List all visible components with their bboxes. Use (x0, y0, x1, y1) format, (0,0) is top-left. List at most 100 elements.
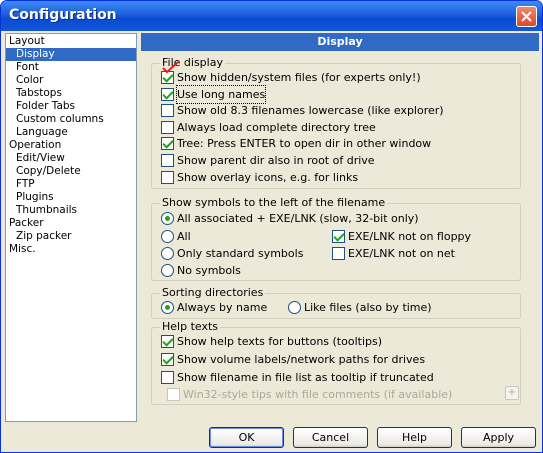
option-label: Show volume labels/network paths for dri… (177, 353, 426, 366)
all-radio[interactable]: All (161, 228, 191, 245)
checkbox-box[interactable] (161, 335, 174, 348)
option-label: EXE/LNK not on net (348, 247, 455, 260)
ok-button[interactable]: OK (209, 427, 284, 448)
tree-item-edit-view[interactable]: Edit/View (6, 152, 136, 165)
tree-item-plugins[interactable]: Plugins (6, 191, 136, 204)
tree-item-color[interactable]: Color (6, 74, 136, 87)
tree-item-operation[interactable]: Operation (6, 139, 136, 152)
old-83-lowercase-checkbox[interactable]: Show old 8.3 filenames lowercase (like e… (161, 102, 444, 119)
tree-item-label: Color (16, 74, 44, 86)
cancel-button[interactable]: Cancel (293, 427, 368, 448)
checkbox-box[interactable] (161, 154, 174, 167)
checkbox-box[interactable] (161, 171, 174, 184)
option-label: All (177, 230, 191, 243)
radio-circle[interactable] (161, 212, 174, 225)
overlay-icons-checkbox[interactable]: Show overlay icons, e.g. for links (161, 169, 358, 186)
tree-item-tabstops[interactable]: Tabstops (6, 87, 136, 100)
radio-circle[interactable] (161, 301, 174, 314)
option-label: Show old 8.3 filenames lowercase (like e… (177, 104, 444, 117)
option-label: Show parent dir also in root of drive (177, 154, 375, 167)
win32-tips-checkbox: Win32-style tips with file comments (if … (167, 386, 452, 403)
load-complete-tree-checkbox[interactable]: Always load complete directory tree (161, 119, 376, 136)
option-label: Show hidden/system files (for experts on… (177, 71, 421, 84)
settings-tree: Layout Display Font Color Tabstops Folde… (5, 33, 137, 422)
tree-item-label: Tabstops (16, 87, 62, 99)
checkbox-box[interactable] (161, 371, 174, 384)
option-label: EXE/LNK not on floppy (348, 230, 472, 243)
option-label: No symbols (177, 264, 241, 277)
window-title: Configuration (9, 7, 117, 23)
parent-dir-root-checkbox[interactable]: Show parent dir also in root of drive (161, 152, 375, 169)
title-bar[interactable]: Configuration (1, 1, 542, 31)
option-label: Show filename in file list as tooltip if… (177, 371, 434, 384)
plus-button: + (505, 386, 519, 400)
tree-item-font[interactable]: Font (6, 61, 136, 74)
option-label: Always by name (177, 301, 268, 314)
tree-item-language[interactable]: Language (6, 126, 136, 139)
tree-item-label: Operation (9, 139, 62, 151)
volume-labels-checkbox[interactable]: Show volume labels/network paths for dri… (161, 351, 425, 368)
tree-enter-checkbox[interactable]: Tree: Press ENTER to open dir in other w… (161, 135, 431, 152)
checkbox-box[interactable] (161, 104, 174, 117)
tree-item-label: Copy/Delete (16, 165, 81, 177)
exe-lnk-floppy-checkbox[interactable]: EXE/LNK not on floppy (332, 228, 471, 245)
always-by-name-radio[interactable]: Always by name (161, 299, 267, 316)
option-label: Show help texts for buttons (tooltips) (177, 335, 383, 348)
close-button[interactable] (516, 6, 537, 27)
show-hidden-files-checkbox[interactable]: Show hidden/system files (for experts on… (161, 69, 421, 86)
tree-item-label: Display (6, 48, 136, 61)
tree-item-custom-columns[interactable]: Custom columns (6, 113, 136, 126)
checkbox-box[interactable] (161, 353, 174, 366)
checkbox-box[interactable] (161, 121, 174, 134)
tree-item-label: Layout (9, 35, 45, 47)
tree-item-label: Misc. (9, 243, 36, 255)
tree-item-label: Language (16, 126, 68, 138)
tree-item-label: Edit/View (16, 152, 65, 164)
option-label: All associated + EXE/LNK (slow, 32-bit o… (177, 212, 419, 225)
tree-item-misc[interactable]: Misc. (6, 243, 136, 256)
radio-circle[interactable] (161, 264, 174, 277)
checkbox-box (167, 388, 180, 401)
filename-tooltip-checkbox[interactable]: Show filename in file list as tooltip if… (161, 369, 434, 386)
apply-button[interactable]: Apply (461, 427, 536, 448)
checkbox-box[interactable] (161, 88, 174, 101)
tree-item-label: Folder Tabs (16, 100, 76, 112)
option-label: Like files (also by time) (304, 301, 432, 314)
radio-circle[interactable] (161, 247, 174, 260)
checkbox-box[interactable] (332, 230, 345, 243)
use-long-names-checkbox[interactable]: Use long names (161, 85, 267, 104)
option-label: Use long names (175, 85, 267, 104)
radio-circle[interactable] (161, 230, 174, 243)
group-title: Show symbols to the left of the filename (160, 196, 388, 209)
option-label: Always load complete directory tree (177, 121, 376, 134)
help-tooltips-checkbox[interactable]: Show help texts for buttons (tooltips) (161, 333, 382, 350)
tree-item-label: Font (16, 61, 39, 73)
standard-symbols-radio[interactable]: Only standard symbols (161, 245, 303, 262)
annotation-check-mark-icon (162, 61, 179, 74)
configuration-window: Configuration Layout Display Font Color … (0, 0, 543, 453)
option-label: Win32-style tips with file comments (if … (183, 388, 453, 401)
help-button[interactable]: Help (377, 427, 452, 448)
panel-header: Display (141, 33, 539, 51)
tree-item-ftp[interactable]: FTP (6, 178, 136, 191)
all-associated-radio[interactable]: All associated + EXE/LNK (slow, 32-bit o… (161, 210, 419, 227)
tree-item-label: Thumbnails (16, 204, 78, 216)
radio-circle[interactable] (288, 301, 301, 314)
tree-item-display[interactable]: Display (6, 48, 136, 61)
tree-item-thumbnails[interactable]: Thumbnails (6, 204, 136, 217)
tree-item-folder-tabs[interactable]: Folder Tabs (6, 100, 136, 113)
checkbox-box[interactable] (332, 247, 345, 260)
checkbox-box[interactable] (161, 137, 174, 150)
tree-item-copy-delete[interactable]: Copy/Delete (6, 165, 136, 178)
tree-item-layout[interactable]: Layout (6, 35, 136, 48)
option-label: Only standard symbols (177, 247, 304, 260)
tree-item-packer[interactable]: Packer (6, 217, 136, 230)
like-files-radio[interactable]: Like files (also by time) (288, 299, 432, 316)
exe-lnk-net-checkbox[interactable]: EXE/LNK not on net (332, 245, 455, 262)
no-symbols-radio[interactable]: No symbols (161, 262, 241, 279)
option-label: Tree: Press ENTER to open dir in other w… (177, 137, 432, 150)
tree-item-zip-packer[interactable]: Zip packer (6, 230, 136, 243)
close-icon (521, 11, 532, 22)
group-title: Sorting directories (160, 286, 266, 299)
tree-item-label: Packer (9, 217, 44, 229)
